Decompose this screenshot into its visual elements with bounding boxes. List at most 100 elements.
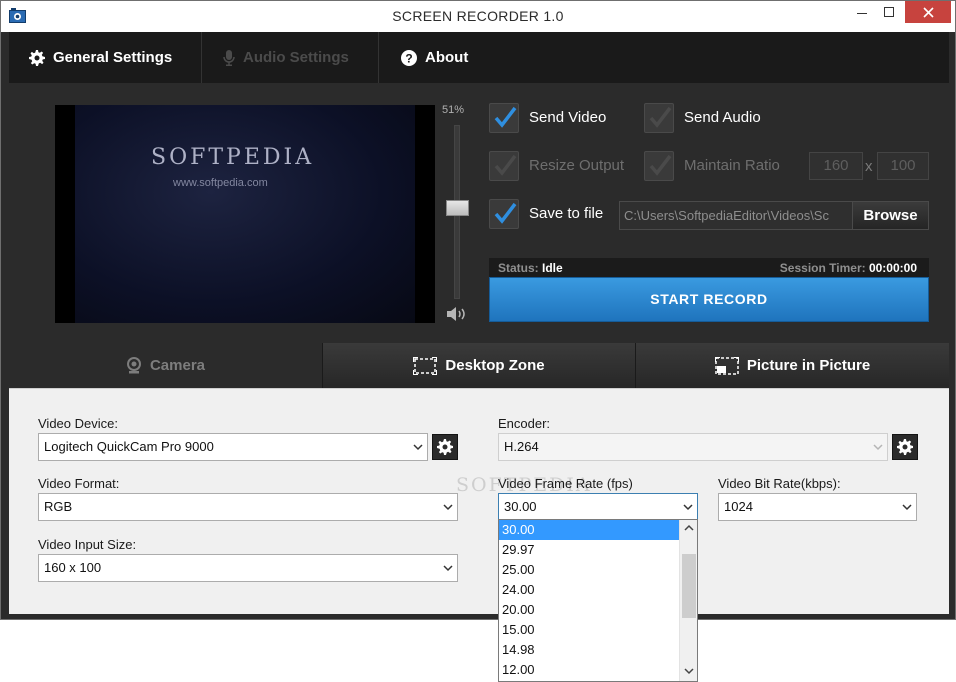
encoder-select[interactable]: H.264 — [498, 433, 888, 461]
chevron-down-icon — [683, 504, 693, 511]
save-to-file-label: Save to file — [529, 205, 604, 222]
gear-icon — [897, 439, 913, 455]
video-device-value: Logitech QuickCam Pro 9000 — [44, 439, 214, 454]
tab-camera[interactable]: Camera — [9, 343, 322, 388]
tab-general-settings[interactable]: General Settings — [29, 32, 172, 83]
speaker-icon[interactable] — [445, 306, 469, 322]
preview-logo-text: SOFTPEDIA — [151, 145, 315, 170]
tab-desktop-zone[interactable]: Desktop Zone — [322, 343, 635, 388]
status-bar: Status: Idle Session Timer: 00:00:00 — [489, 258, 929, 278]
help-icon: ? — [401, 49, 417, 66]
video-format-select[interactable]: RGB — [38, 493, 458, 521]
checkmark-icon — [649, 106, 672, 128]
send-video-checkbox[interactable] — [489, 103, 519, 133]
chevron-down-icon — [443, 504, 453, 511]
resize-output-checkbox[interactable] — [489, 151, 519, 181]
status-indicator: Status: Idle — [498, 261, 563, 275]
chevron-down-icon[interactable] — [684, 668, 694, 675]
checkmark-icon — [649, 154, 672, 176]
frame-rate-dropdown-list: 30.00 29.97 25.00 24.00 20.00 15.00 14.9… — [498, 519, 698, 682]
frame-rate-value: 30.00 — [504, 499, 537, 514]
maintain-ratio-label: Maintain Ratio — [684, 157, 780, 174]
tab-picture-in-picture[interactable]: Picture in Picture — [635, 343, 949, 388]
gear-icon — [29, 49, 45, 66]
title-bar: SCREEN RECORDER 1.0 — [1, 1, 955, 32]
tab-picture-in-picture-label: Picture in Picture — [746, 357, 871, 374]
checkmark-icon — [494, 154, 517, 176]
dimension-separator: x — [865, 158, 873, 175]
maximize-button[interactable] — [875, 1, 903, 23]
close-button[interactable] — [905, 1, 951, 23]
encoder-value: H.264 — [504, 439, 539, 454]
input-size-select[interactable]: 160 x 100 — [38, 554, 458, 582]
send-video-label: Send Video — [529, 109, 607, 126]
frame-rate-option[interactable]: 24.00 — [499, 580, 679, 600]
send-audio-label: Send Audio — [684, 109, 761, 126]
frame-rate-option[interactable]: 25.00 — [499, 560, 679, 580]
svg-text:?: ? — [405, 51, 412, 65]
chevron-up-icon[interactable] — [684, 524, 694, 531]
picture-in-picture-icon — [714, 356, 739, 375]
nav-bar: General Settings Audio Settings ? About — [9, 32, 949, 83]
chevron-down-icon — [443, 565, 453, 572]
status-value: Idle — [542, 261, 563, 275]
tab-about-label: About — [425, 49, 469, 66]
bit-rate-value: 1024 — [724, 499, 753, 514]
start-record-button[interactable]: START RECORD — [489, 277, 929, 322]
frame-rate-select[interactable]: 30.00 — [498, 493, 698, 521]
video-device-select[interactable]: Logitech QuickCam Pro 9000 — [38, 433, 428, 461]
frame-rate-option[interactable]: 29.97 — [499, 540, 679, 560]
tab-audio-settings-label: Audio Settings — [243, 49, 349, 66]
tab-about[interactable]: ? About — [401, 32, 468, 83]
session-timer: Session Timer: 00:00:00 — [780, 261, 917, 275]
frame-rate-option[interactable]: 12.00 — [499, 660, 679, 680]
resize-output-label: Resize Output — [529, 157, 625, 174]
minimize-button[interactable] — [849, 1, 875, 23]
session-timer-label: Session Timer: — [779, 261, 866, 275]
volume-slider-thumb[interactable] — [446, 200, 469, 216]
input-size-value: 160 x 100 — [44, 560, 102, 575]
bit-rate-label: Video Bit Rate(kbps): — [718, 476, 841, 491]
tab-desktop-zone-label: Desktop Zone — [445, 357, 545, 374]
encoder-label: Encoder: — [498, 416, 551, 431]
minimize-icon — [857, 13, 867, 14]
video-format-label: Video Format: — [38, 476, 120, 491]
send-audio-checkbox[interactable] — [644, 103, 674, 133]
volume-level-label: 51% — [442, 104, 465, 116]
webcam-icon — [126, 357, 141, 374]
video-preview: SOFTPEDIA www.softpedia.com — [55, 105, 435, 323]
video-format-value: RGB — [44, 499, 73, 514]
frame-rate-option[interactable]: 14.98 — [499, 640, 679, 660]
microphone-icon — [223, 49, 235, 66]
nav-divider — [201, 32, 202, 83]
video-device-settings-button[interactable] — [432, 434, 458, 460]
app-window: SCREEN RECORDER 1.0 General Settings Aud… — [0, 0, 956, 620]
frame-rate-label: Video Frame Rate (fps) — [498, 476, 633, 491]
frame-rate-option[interactable]: 30.00 — [499, 520, 679, 540]
frame-rate-option[interactable]: 15.00 — [499, 620, 679, 640]
tab-audio-settings[interactable]: Audio Settings — [223, 32, 349, 83]
save-to-file-checkbox[interactable] — [489, 199, 519, 229]
output-width-field[interactable]: 160 — [809, 152, 863, 180]
window-title: SCREEN RECORDER 1.0 — [392, 8, 564, 24]
nav-divider — [378, 32, 379, 83]
tab-general-settings-label: General Settings — [53, 49, 173, 66]
maximize-icon — [884, 7, 894, 17]
maintain-ratio-checkbox[interactable] — [644, 151, 674, 181]
input-size-label: Video Input Size: — [38, 537, 137, 552]
frame-rate-option[interactable]: 20.00 — [499, 600, 679, 620]
desktop-zone-icon — [413, 356, 438, 375]
source-tabs: Camera Desktop Zone Picture in Picture — [9, 343, 949, 388]
chevron-down-icon — [873, 444, 883, 451]
session-timer-value: 00:00:00 — [868, 261, 917, 275]
encoder-settings-button[interactable] — [892, 434, 918, 460]
bit-rate-select[interactable]: 1024 — [718, 493, 917, 521]
chevron-down-icon — [902, 504, 912, 511]
file-path-input[interactable]: C:\Users\SoftpediaEditor\Videos\Sc — [619, 201, 853, 230]
browse-button[interactable]: Browse — [852, 201, 929, 230]
scrollbar-thumb[interactable] — [682, 554, 696, 618]
gear-icon — [437, 439, 453, 455]
checkmark-icon — [494, 106, 517, 128]
output-height-field[interactable]: 100 — [877, 152, 929, 180]
dropdown-scrollbar[interactable] — [679, 520, 697, 681]
